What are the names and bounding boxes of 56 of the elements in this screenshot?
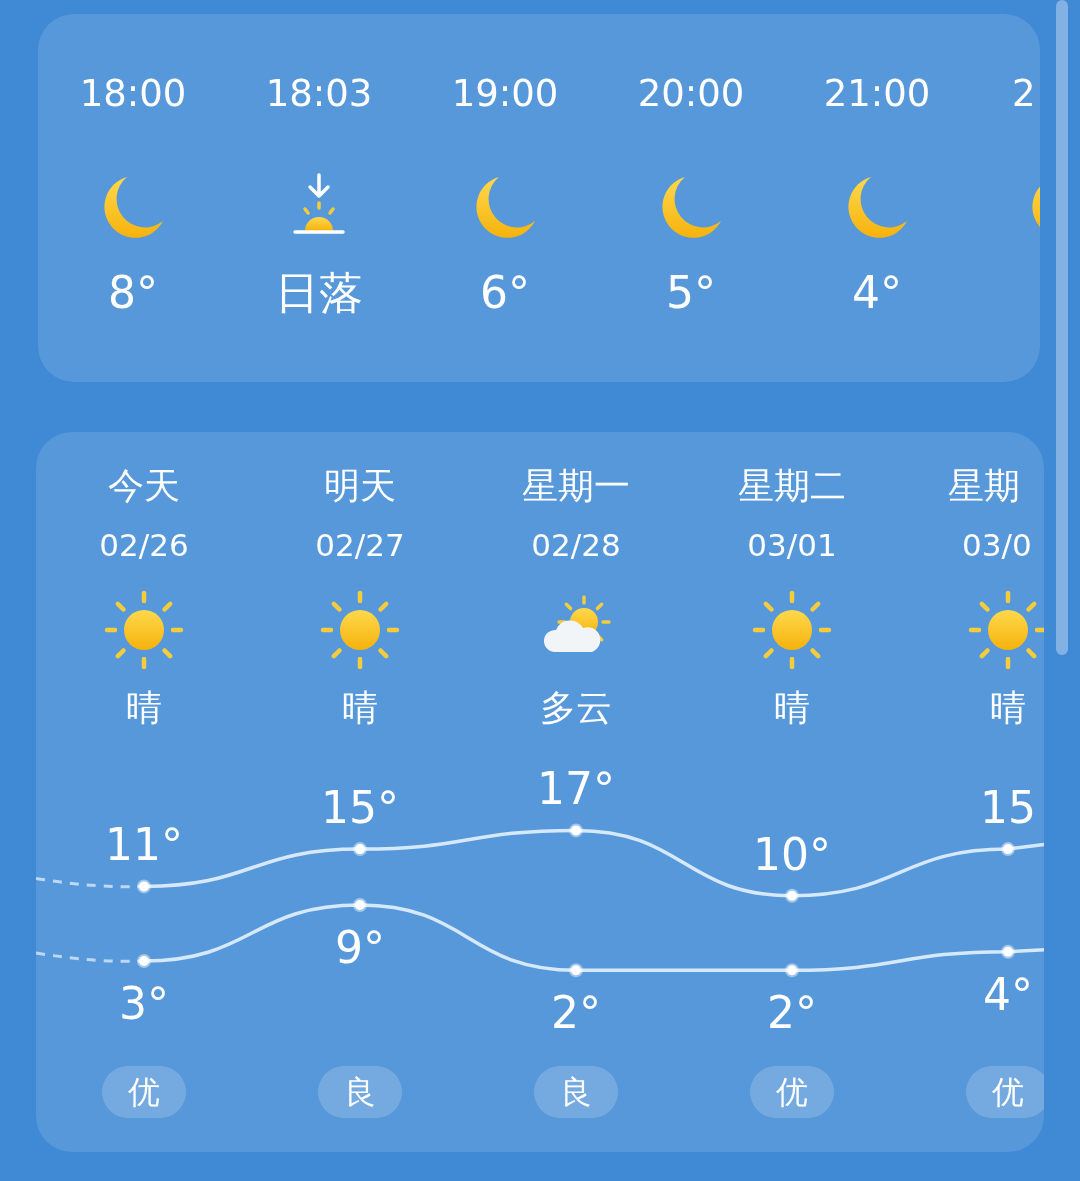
data-point — [785, 963, 799, 978]
scrollbar[interactable] — [1056, 0, 1068, 655]
hour-time: 20:00 — [637, 72, 745, 116]
hour-time: 21:00 — [823, 72, 931, 116]
temperature-label: 2° — [767, 987, 817, 1034]
data-point — [137, 879, 151, 894]
hour-temperature: 8° — [108, 267, 158, 319]
temperature-label: 2° — [551, 987, 601, 1034]
day-name: 星期二 — [738, 464, 846, 508]
sun-icon — [318, 588, 402, 672]
data-point — [569, 963, 583, 978]
hour-temperature: 6° — [480, 267, 530, 319]
weather-condition: 晴 — [990, 686, 1026, 730]
weather-condition: 多云 — [540, 686, 612, 730]
day-name: 明天 — [324, 464, 396, 508]
temperature-label: 15° — [321, 782, 399, 834]
hour-temperature: 日落 — [275, 267, 363, 319]
day-name: 今天 — [108, 464, 180, 508]
data-point — [137, 954, 151, 968]
temperature-label: 17° — [537, 763, 615, 815]
data-point — [1001, 944, 1015, 959]
sun-icon — [750, 588, 834, 672]
temperature-label: 15 — [980, 782, 1036, 834]
temperature-label: 11° — [105, 819, 183, 871]
hour-time: 2 — [1012, 72, 1036, 116]
data-point — [785, 888, 799, 903]
air-quality-badge: 优 — [750, 1066, 834, 1118]
hour-temperature: 4° — [852, 267, 902, 319]
sun-icon — [102, 588, 186, 672]
day-date: 03/01 — [747, 526, 837, 564]
data-point — [353, 842, 367, 857]
day-date: 03/0 — [962, 526, 1032, 564]
day-date: 02/27 — [315, 526, 405, 564]
temperature-label: 9° — [335, 922, 385, 973]
weather-condition: 晴 — [342, 686, 378, 730]
day-name: 星期一 — [522, 464, 630, 508]
day-date: 02/28 — [531, 526, 621, 564]
air-quality-badge: 优 — [966, 1066, 1044, 1118]
air-quality-badge: 良 — [534, 1066, 618, 1118]
weather-condition: 晴 — [126, 686, 162, 730]
sun-icon — [966, 588, 1044, 672]
day-date: 02/26 — [99, 526, 189, 564]
data-point — [1001, 842, 1015, 857]
air-quality-badge: 优 — [102, 1066, 186, 1118]
hour-temperature: 5° — [666, 267, 716, 319]
temperature-label: 3° — [119, 978, 169, 1029]
weather-condition: 晴 — [774, 686, 810, 730]
temperature-label: 10° — [753, 828, 831, 880]
temperature-label: 4° — [983, 968, 1033, 1020]
data-point — [569, 823, 583, 838]
air-quality-badge: 良 — [318, 1066, 402, 1118]
data-point — [353, 898, 367, 912]
day-name: 星期 — [948, 464, 1020, 508]
hour-time: 18:00 — [79, 72, 187, 116]
hour-time: 19:00 — [451, 72, 559, 116]
hour-time: 18:03 — [265, 72, 373, 116]
